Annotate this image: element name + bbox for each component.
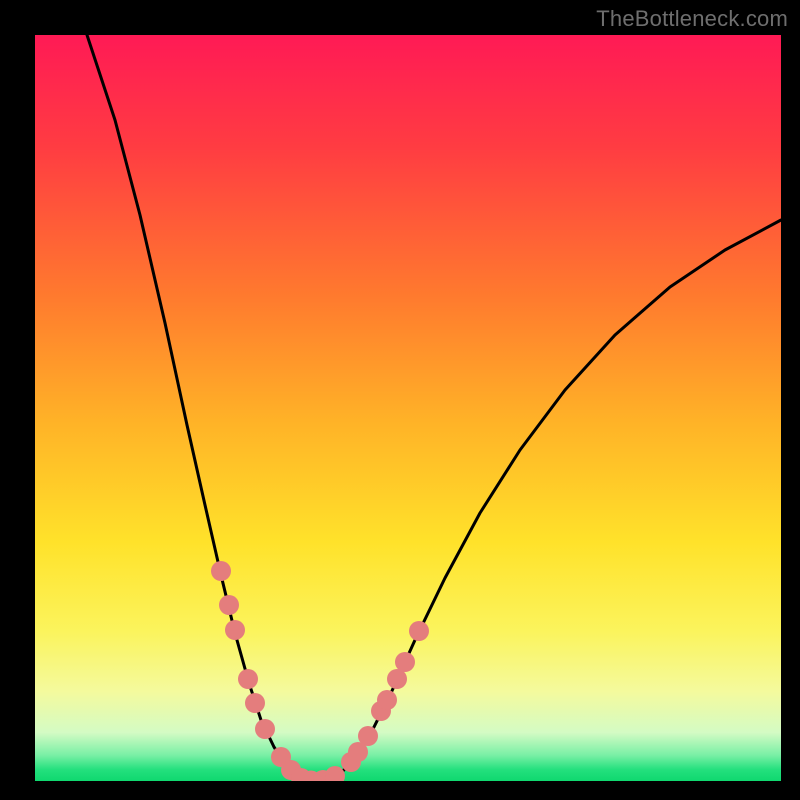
marker-dot	[387, 669, 407, 689]
marker-dot	[358, 726, 378, 746]
marker-dot	[225, 620, 245, 640]
marker-dot	[211, 561, 231, 581]
chart-svg	[35, 35, 781, 781]
marker-dot	[238, 669, 258, 689]
marker-dot	[377, 690, 397, 710]
marker-dot	[245, 693, 265, 713]
chart-container: TheBottleneck.com	[0, 0, 800, 800]
marker-dot	[255, 719, 275, 739]
marker-dot	[409, 621, 429, 641]
watermark-text: TheBottleneck.com	[596, 6, 788, 32]
marker-dot	[395, 652, 415, 672]
plot-area	[35, 35, 781, 781]
marker-dot	[219, 595, 239, 615]
